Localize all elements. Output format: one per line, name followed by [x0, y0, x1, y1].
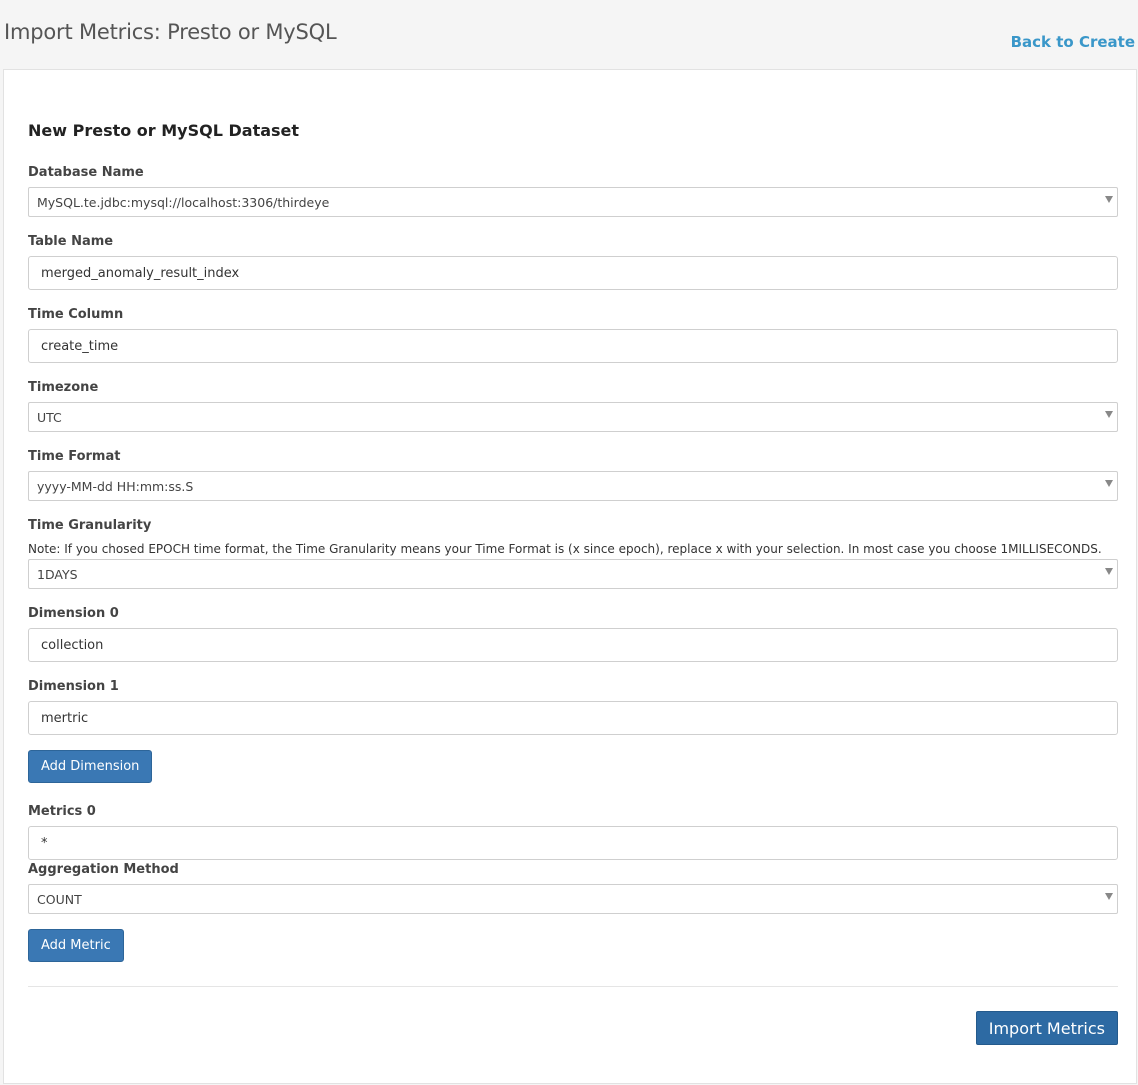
page-header: Import Metrics: Presto or MySQL Back to … — [0, 0, 1138, 70]
dimension-0-label: Dimension 0 — [28, 606, 119, 621]
time-format-value: yyyy-MM-dd HH:mm:ss.S — [37, 479, 194, 494]
page-title: Import Metrics: Presto or MySQL — [4, 20, 337, 44]
timezone-select[interactable]: UTC — [28, 402, 1118, 432]
database-name-value: MySQL.te.jdbc:mysql://localhost:3306/thi… — [37, 195, 330, 210]
metrics-0-input[interactable] — [28, 826, 1118, 860]
add-dimension-button[interactable]: Add Dimension — [28, 750, 153, 783]
time-column-input[interactable] — [28, 329, 1118, 363]
back-to-create-link[interactable]: Back to Create — [1011, 33, 1135, 51]
database-name-label: Database Name — [28, 165, 144, 180]
add-metric-button[interactable]: Add Metric — [28, 929, 124, 962]
form-panel: New Presto or MySQL Dataset Database Nam… — [3, 69, 1137, 1084]
table-name-label: Table Name — [28, 234, 114, 249]
table-name-input[interactable] — [28, 256, 1118, 290]
time-granularity-value: 1DAYS — [37, 567, 78, 582]
time-format-label: Time Format — [28, 449, 121, 464]
dimension-0-input[interactable] — [28, 628, 1118, 662]
aggregation-method-value: COUNT — [37, 892, 82, 907]
metrics-0-label: Metrics 0 — [28, 804, 96, 819]
time-granularity-label: Time Granularity — [28, 518, 152, 533]
caret-down-icon — [1105, 893, 1113, 900]
dimension-1-label: Dimension 1 — [28, 679, 119, 694]
caret-down-icon — [1105, 196, 1113, 203]
time-granularity-note: Note: If you chosed EPOCH time format, t… — [28, 542, 1102, 556]
caret-down-icon — [1105, 568, 1113, 575]
section-title: New Presto or MySQL Dataset — [28, 121, 300, 140]
time-column-label: Time Column — [28, 307, 124, 322]
timezone-label: Timezone — [28, 380, 99, 395]
time-format-select[interactable]: yyyy-MM-dd HH:mm:ss.S — [28, 471, 1118, 501]
time-granularity-select[interactable]: 1DAYS — [28, 559, 1118, 589]
aggregation-method-select[interactable]: COUNT — [28, 884, 1118, 914]
import-metrics-button[interactable]: Import Metrics — [975, 1011, 1118, 1045]
dimension-1-input[interactable] — [28, 701, 1118, 735]
aggregation-method-label: Aggregation Method — [28, 862, 179, 877]
database-name-select[interactable]: MySQL.te.jdbc:mysql://localhost:3306/thi… — [28, 187, 1118, 217]
caret-down-icon — [1105, 411, 1113, 418]
caret-down-icon — [1105, 480, 1113, 487]
form-divider — [28, 986, 1118, 987]
timezone-value: UTC — [37, 410, 62, 425]
